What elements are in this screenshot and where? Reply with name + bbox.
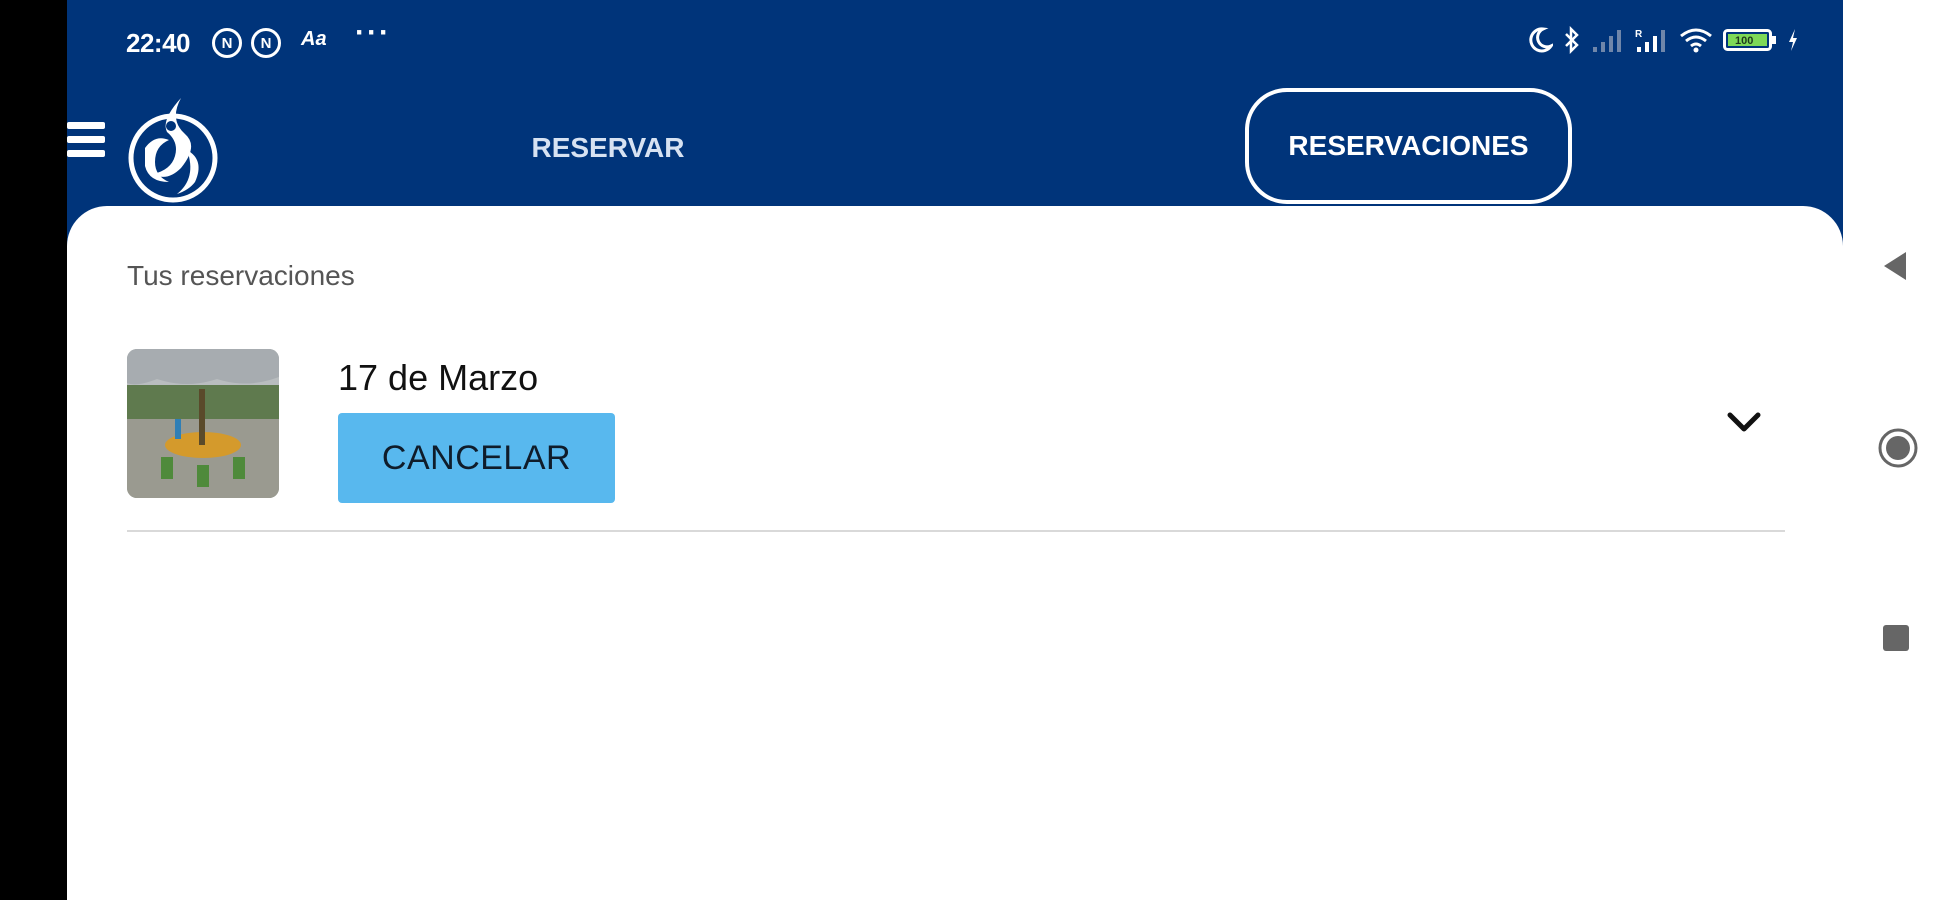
app-window: 22:40 N N Aa ··· R 100 RESERVAR RESERVAC… [67,0,1843,900]
bluetooth-icon [1565,26,1579,54]
status-bar: 22:40 N N Aa ··· R 100 [67,0,1843,86]
chevron-down-icon[interactable] [1714,401,1774,445]
status-icons: R 100 [1527,26,1799,54]
moon-icon [1529,27,1553,53]
home-icon[interactable] [1878,428,1918,473]
notification-n-icon: N [251,28,281,58]
divider [127,530,1785,532]
tab-reservaciones[interactable]: RESERVACIONES [1245,88,1572,204]
reservation-date: 17 de Marzo [338,357,539,398]
status-time: 22:40 [126,28,191,58]
hamburger-menu-icon[interactable] [67,122,105,166]
top-navigation: RESERVAR RESERVACIONES [67,86,1843,206]
signal-icon [1593,30,1621,52]
reservation-item: 17 de Marzo CANCELAR [127,349,1785,532]
more-notifications-icon: ··· [355,16,391,49]
notification-n-icon: N [212,28,242,58]
reservations-panel: Tus reservaciones 17 de Marzo CANCELAR [67,206,1843,900]
accessibility-indicator-icon: Aa [301,28,327,50]
reservation-thumbnail [127,349,279,498]
battery-level: 100 [1735,35,1753,47]
charging-icon [1789,29,1797,51]
wifi-icon [1680,28,1712,53]
section-heading: Tus reservaciones [127,260,355,291]
back-icon[interactable] [1878,248,1914,289]
recents-icon[interactable] [1878,620,1914,661]
app-logo [125,90,225,206]
cancel-reservation-button[interactable]: CANCELAR [338,413,615,503]
device-bezel [0,0,67,900]
tab-reservar[interactable]: RESERVAR [528,124,688,172]
svg-text:R: R [1635,29,1643,40]
battery-icon: 100 [1723,29,1776,51]
system-navigation-bar [1843,0,1953,900]
signal-icon: R [1635,29,1665,52]
